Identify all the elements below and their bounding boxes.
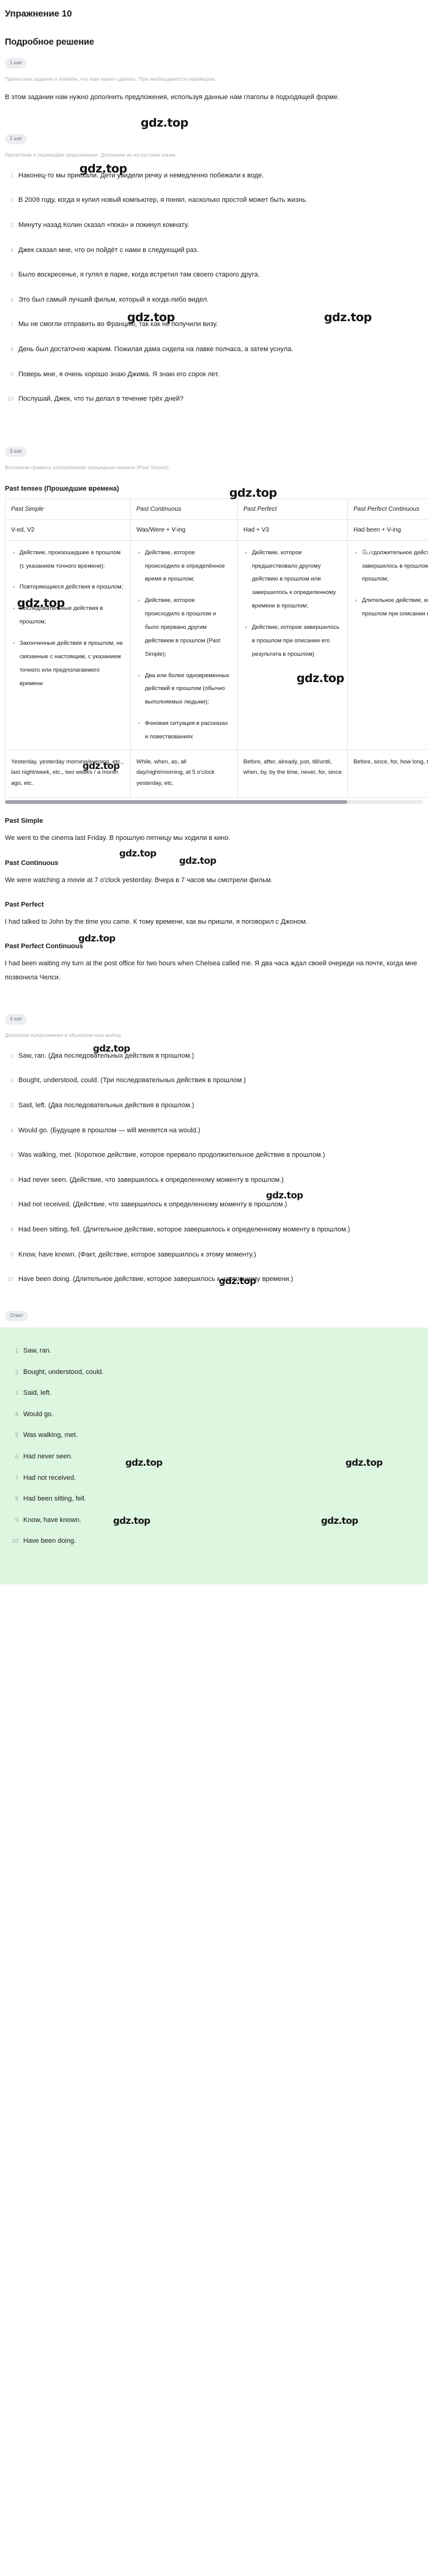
solution-page: gdz.top gdz.top gdz.top gdz.top gdz.top … bbox=[0, 0, 428, 1585]
example-title-past-perfect-continuous: Past Perfect Continuous bbox=[5, 942, 83, 950]
step-badge-3: 3 шаг bbox=[5, 447, 28, 457]
usage-item: Действие, которое завершилось в прошлом … bbox=[245, 621, 341, 661]
list-item: Had been sitting, fell. bbox=[5, 1494, 86, 1505]
list-item: Минуту назад Колин сказал «пока» и покин… bbox=[0, 218, 190, 232]
page-title: Упражнение 10 bbox=[5, 9, 72, 19]
answer-badge: Ответ bbox=[5, 1311, 28, 1322]
table-row-markers: Yesterday, yesterday morning/evening, et… bbox=[5, 749, 428, 798]
list-item: Have been doing. (Длительное действие, к… bbox=[0, 1272, 293, 1286]
list-item: Was walking, met. bbox=[5, 1430, 78, 1441]
list-item: Это был самый лучший фильм, который я ко… bbox=[0, 293, 209, 307]
usages-past-perfect: Действие, которое предшествовало другому… bbox=[237, 540, 348, 750]
usages-past-continuous: Действие, которое происходило в определё… bbox=[130, 540, 238, 750]
list-item: Had never seen. (Действие, что завершило… bbox=[0, 1173, 284, 1187]
usage-item: Действие, которое предшествовало другому… bbox=[245, 546, 341, 613]
list-item: Джек сказал мне, что он пойдёт с нами в … bbox=[0, 243, 199, 258]
answers-explained-list: Saw, ran. (Два последовательных действия… bbox=[0, 1049, 428, 1287]
step-badge-1: 1 шаг bbox=[5, 58, 28, 69]
column-header-past-simple: Past Simple bbox=[5, 498, 131, 520]
list-item: Know, have known. bbox=[5, 1515, 81, 1526]
list-item: Know, have known. (Факт, действие, котор… bbox=[0, 1248, 256, 1262]
list-item: Have been doing. bbox=[5, 1536, 76, 1547]
list-item: Мы не смогли отправить во Францию, так к… bbox=[0, 317, 218, 332]
step-note-1: Прочитаем задание и поймём, что нам нужн… bbox=[5, 76, 216, 82]
list-item: Bought, understood, could. (Три последов… bbox=[0, 1074, 246, 1088]
translated-sentences-list: Наконец-то мы приехали. Дети увидели реч… bbox=[0, 169, 428, 407]
markers-past-perfect: Before, after, already, just, till/until… bbox=[237, 749, 348, 798]
step-note-2: Прочитаем и переведём предложения. Допол… bbox=[5, 151, 177, 158]
tenses-table-scroll-container[interactable]: Past Simple Past Continuous Past Perfect… bbox=[5, 498, 428, 798]
list-item: Said, left. (Два последовательных действ… bbox=[0, 1099, 194, 1113]
list-item: В 2009 году, когда я купил новый компьют… bbox=[0, 193, 308, 207]
example-title-past-continuous: Past Continuous bbox=[5, 859, 59, 867]
usage-item: Последовательные действия в прошлом; bbox=[13, 602, 124, 629]
answer-panel: Saw, ran. Bought, understood, could. Sai… bbox=[0, 1327, 428, 1585]
usages-past-perfect-continuous: போдолжительное действие, которое началос… bbox=[347, 540, 428, 750]
usage-item: Длительное действие, которое завершилось… bbox=[355, 594, 428, 621]
list-item: Saw, ran. bbox=[5, 1346, 51, 1357]
tenses-table: Past Simple Past Continuous Past Perfect… bbox=[5, 498, 428, 798]
example-title-past-perfect: Past Perfect bbox=[5, 900, 44, 908]
usage-item: Повторяющиеся действия в прошлом; bbox=[13, 581, 124, 594]
list-item: Поверь мне, я очень хорошо знаю Джима. Я… bbox=[0, 368, 220, 382]
list-item: Had never seen. bbox=[5, 1452, 73, 1463]
scrollbar-thumb[interactable] bbox=[5, 800, 347, 804]
list-item: День был достаточно жарким. Пожилая дама… bbox=[0, 343, 293, 357]
example-text-past-perfect-continuous: I had been waiting my turn at the post o… bbox=[5, 959, 418, 981]
step-paragraph-1: В этом задании нам нужно дополнить предл… bbox=[5, 93, 340, 101]
column-header-past-perfect-continuous: Past Perfect Continuous bbox=[347, 498, 428, 520]
step-note-4: Дополним предложения и объясним наш выбо… bbox=[5, 1031, 122, 1038]
usage-item: Действие, произошедшее в прошлом (с указ… bbox=[13, 546, 124, 573]
section-title-solution: Подробное решение bbox=[5, 37, 94, 47]
list-item: Saw, ran. (Два последовательных действия… bbox=[0, 1049, 194, 1063]
list-item: Would go. bbox=[5, 1409, 54, 1420]
list-item: Послушай, Джек, что ты делал в течение т… bbox=[0, 392, 184, 406]
column-header-past-continuous: Past Continuous bbox=[130, 498, 238, 520]
list-item: Had not received. bbox=[5, 1473, 76, 1484]
list-item: Had not received. (Действие, что заверши… bbox=[0, 1198, 287, 1212]
formula-past-perfect-continuous: Had been + V-ing bbox=[347, 519, 428, 541]
formula-past-simple: V-ed, V2 bbox=[5, 519, 131, 541]
example-text-past-simple: We went to the cinema last Friday. В про… bbox=[5, 834, 231, 842]
formula-past-perfect: Had + V3 bbox=[237, 519, 348, 541]
table-row-usages: Действие, произошедшее в прошлом (с указ… bbox=[5, 540, 428, 750]
list-item: Bought, understood, could. bbox=[5, 1367, 104, 1378]
list-item: Said, left. bbox=[5, 1388, 51, 1399]
table-header-row: Past Simple Past Continuous Past Perfect… bbox=[5, 498, 428, 520]
step-badge-4: 4 шаг bbox=[5, 1014, 28, 1025]
markers-past-continuous: While, when, as, all day/night/morning, … bbox=[130, 749, 238, 798]
example-text-past-perfect: I had talked to John by the time you cam… bbox=[5, 918, 308, 926]
usage-item: Фоновая ситуация в рассказах и повествов… bbox=[138, 717, 231, 744]
step-note-3: Вспомним правила употребления прошедших … bbox=[5, 464, 170, 470]
list-item: Было воскресенье, я гулял в парке, когда… bbox=[0, 268, 260, 282]
list-item: Наконец-то мы приехали. Дети увидели реч… bbox=[0, 169, 264, 183]
watermark: gdz.top bbox=[119, 848, 157, 859]
formula-past-continuous: Was/Were + V-ing bbox=[130, 519, 238, 541]
table-row-formulas: V-ed, V2 Was/Were + V-ing Had + V3 Had b… bbox=[5, 519, 428, 541]
horizontal-scrollbar[interactable] bbox=[5, 800, 423, 804]
usages-past-simple: Действие, произошедшее в прошлом (с указ… bbox=[5, 540, 131, 750]
markers-past-perfect-continuous: Before, since, for, how long, till/until… bbox=[347, 749, 428, 798]
list-item: Was walking, met. (Короткое действие, ко… bbox=[0, 1148, 325, 1162]
list-item: Had been sitting, fell. (Длительное дейс… bbox=[0, 1223, 350, 1237]
step-badge-2: 2 шаг bbox=[5, 133, 28, 144]
table-title: Past tenses (Прошедшие времена) bbox=[5, 484, 119, 492]
usage-item: Законченные действия в прошлом, не связа… bbox=[13, 637, 124, 690]
markers-past-simple: Yesterday, yesterday morning/evening, et… bbox=[5, 749, 131, 798]
usage-item: Действие, которое происходило в определё… bbox=[138, 546, 231, 587]
usage-item: Два или более одновременных действий в п… bbox=[138, 669, 231, 710]
usage-item: போдолжительное действие, которое началос… bbox=[355, 546, 428, 587]
example-text-past-continuous: We were watching a movie at 7 o'clock ye… bbox=[5, 876, 273, 884]
column-header-past-perfect: Past Perfect bbox=[237, 498, 348, 520]
example-title-past-simple: Past Simple bbox=[5, 817, 43, 825]
answer-list: Saw, ran. Bought, understood, could. Sai… bbox=[5, 1346, 423, 1547]
list-item: Would go. (Будущее в прошлом — will меня… bbox=[0, 1124, 201, 1138]
usage-item: Действие, которое происходило в прошлом … bbox=[138, 594, 231, 661]
